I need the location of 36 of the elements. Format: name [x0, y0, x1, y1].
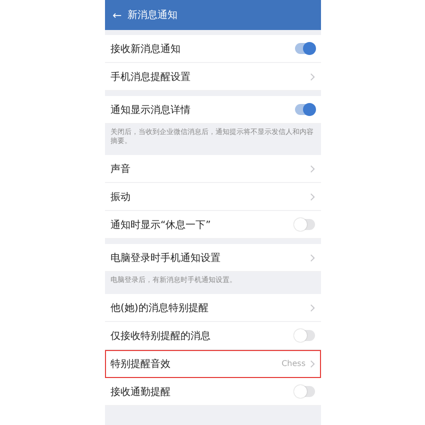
row-value: Chess	[282, 359, 306, 368]
row-label: 振动	[110, 190, 132, 204]
toggle-switch[interactable]	[294, 330, 314, 342]
settings-row[interactable]: 他(她)的消息特别提醒	[104, 294, 320, 322]
row-label: 电脑登录时手机通知设置	[110, 252, 222, 265]
toggle-switch[interactable]	[294, 104, 314, 115]
row-label: 声音	[110, 162, 132, 176]
row-label: 接收通勤提醒	[110, 386, 172, 399]
row-label: 他(她)的消息特别提醒	[110, 302, 210, 315]
row-label: 手机消息提醒设置	[110, 70, 192, 84]
toggle-switch[interactable]	[294, 219, 314, 230]
settings-row[interactable]: 特别提醒音效 Chess	[104, 350, 320, 378]
settings-row[interactable]: 接收通勤提醒	[104, 378, 320, 406]
settings-row[interactable]: 电脑登录时手机通知设置	[104, 244, 320, 272]
settings-row[interactable]: 通知时显示“休息一下”	[104, 211, 320, 240]
chevron-right-icon	[310, 254, 314, 262]
chevron-right-icon	[310, 192, 314, 201]
settings-row[interactable]: 仅接收特别提醒的消息	[104, 322, 320, 350]
row-label: 仅接收特别提醒的消息	[110, 330, 212, 343]
chevron-right-icon	[310, 72, 314, 80]
row-label: 接收新消息通知	[110, 42, 182, 56]
settings-row[interactable]: 通知显示消息详情	[104, 96, 320, 124]
toggle-switch[interactable]	[294, 43, 314, 54]
settings-row[interactable]: 声音	[104, 155, 320, 184]
chevron-right-icon	[310, 164, 314, 173]
row-label: 特别提醒音效	[110, 358, 172, 371]
chevron-right-icon	[310, 360, 314, 368]
row-label: 通知显示消息详情	[110, 104, 192, 116]
settings-row[interactable]: 手机消息提醒设置	[104, 63, 320, 91]
back-button[interactable]: ←	[112, 8, 122, 22]
settings-row[interactable]: 接收新消息通知	[104, 35, 320, 63]
chevron-right-icon	[310, 304, 314, 312]
row-label: 通知时显示“休息一下”	[110, 218, 212, 232]
settings-row[interactable]: 振动	[104, 183, 320, 212]
screen-title: 新消息通知	[128, 8, 178, 22]
toggle-switch[interactable]	[294, 386, 314, 398]
